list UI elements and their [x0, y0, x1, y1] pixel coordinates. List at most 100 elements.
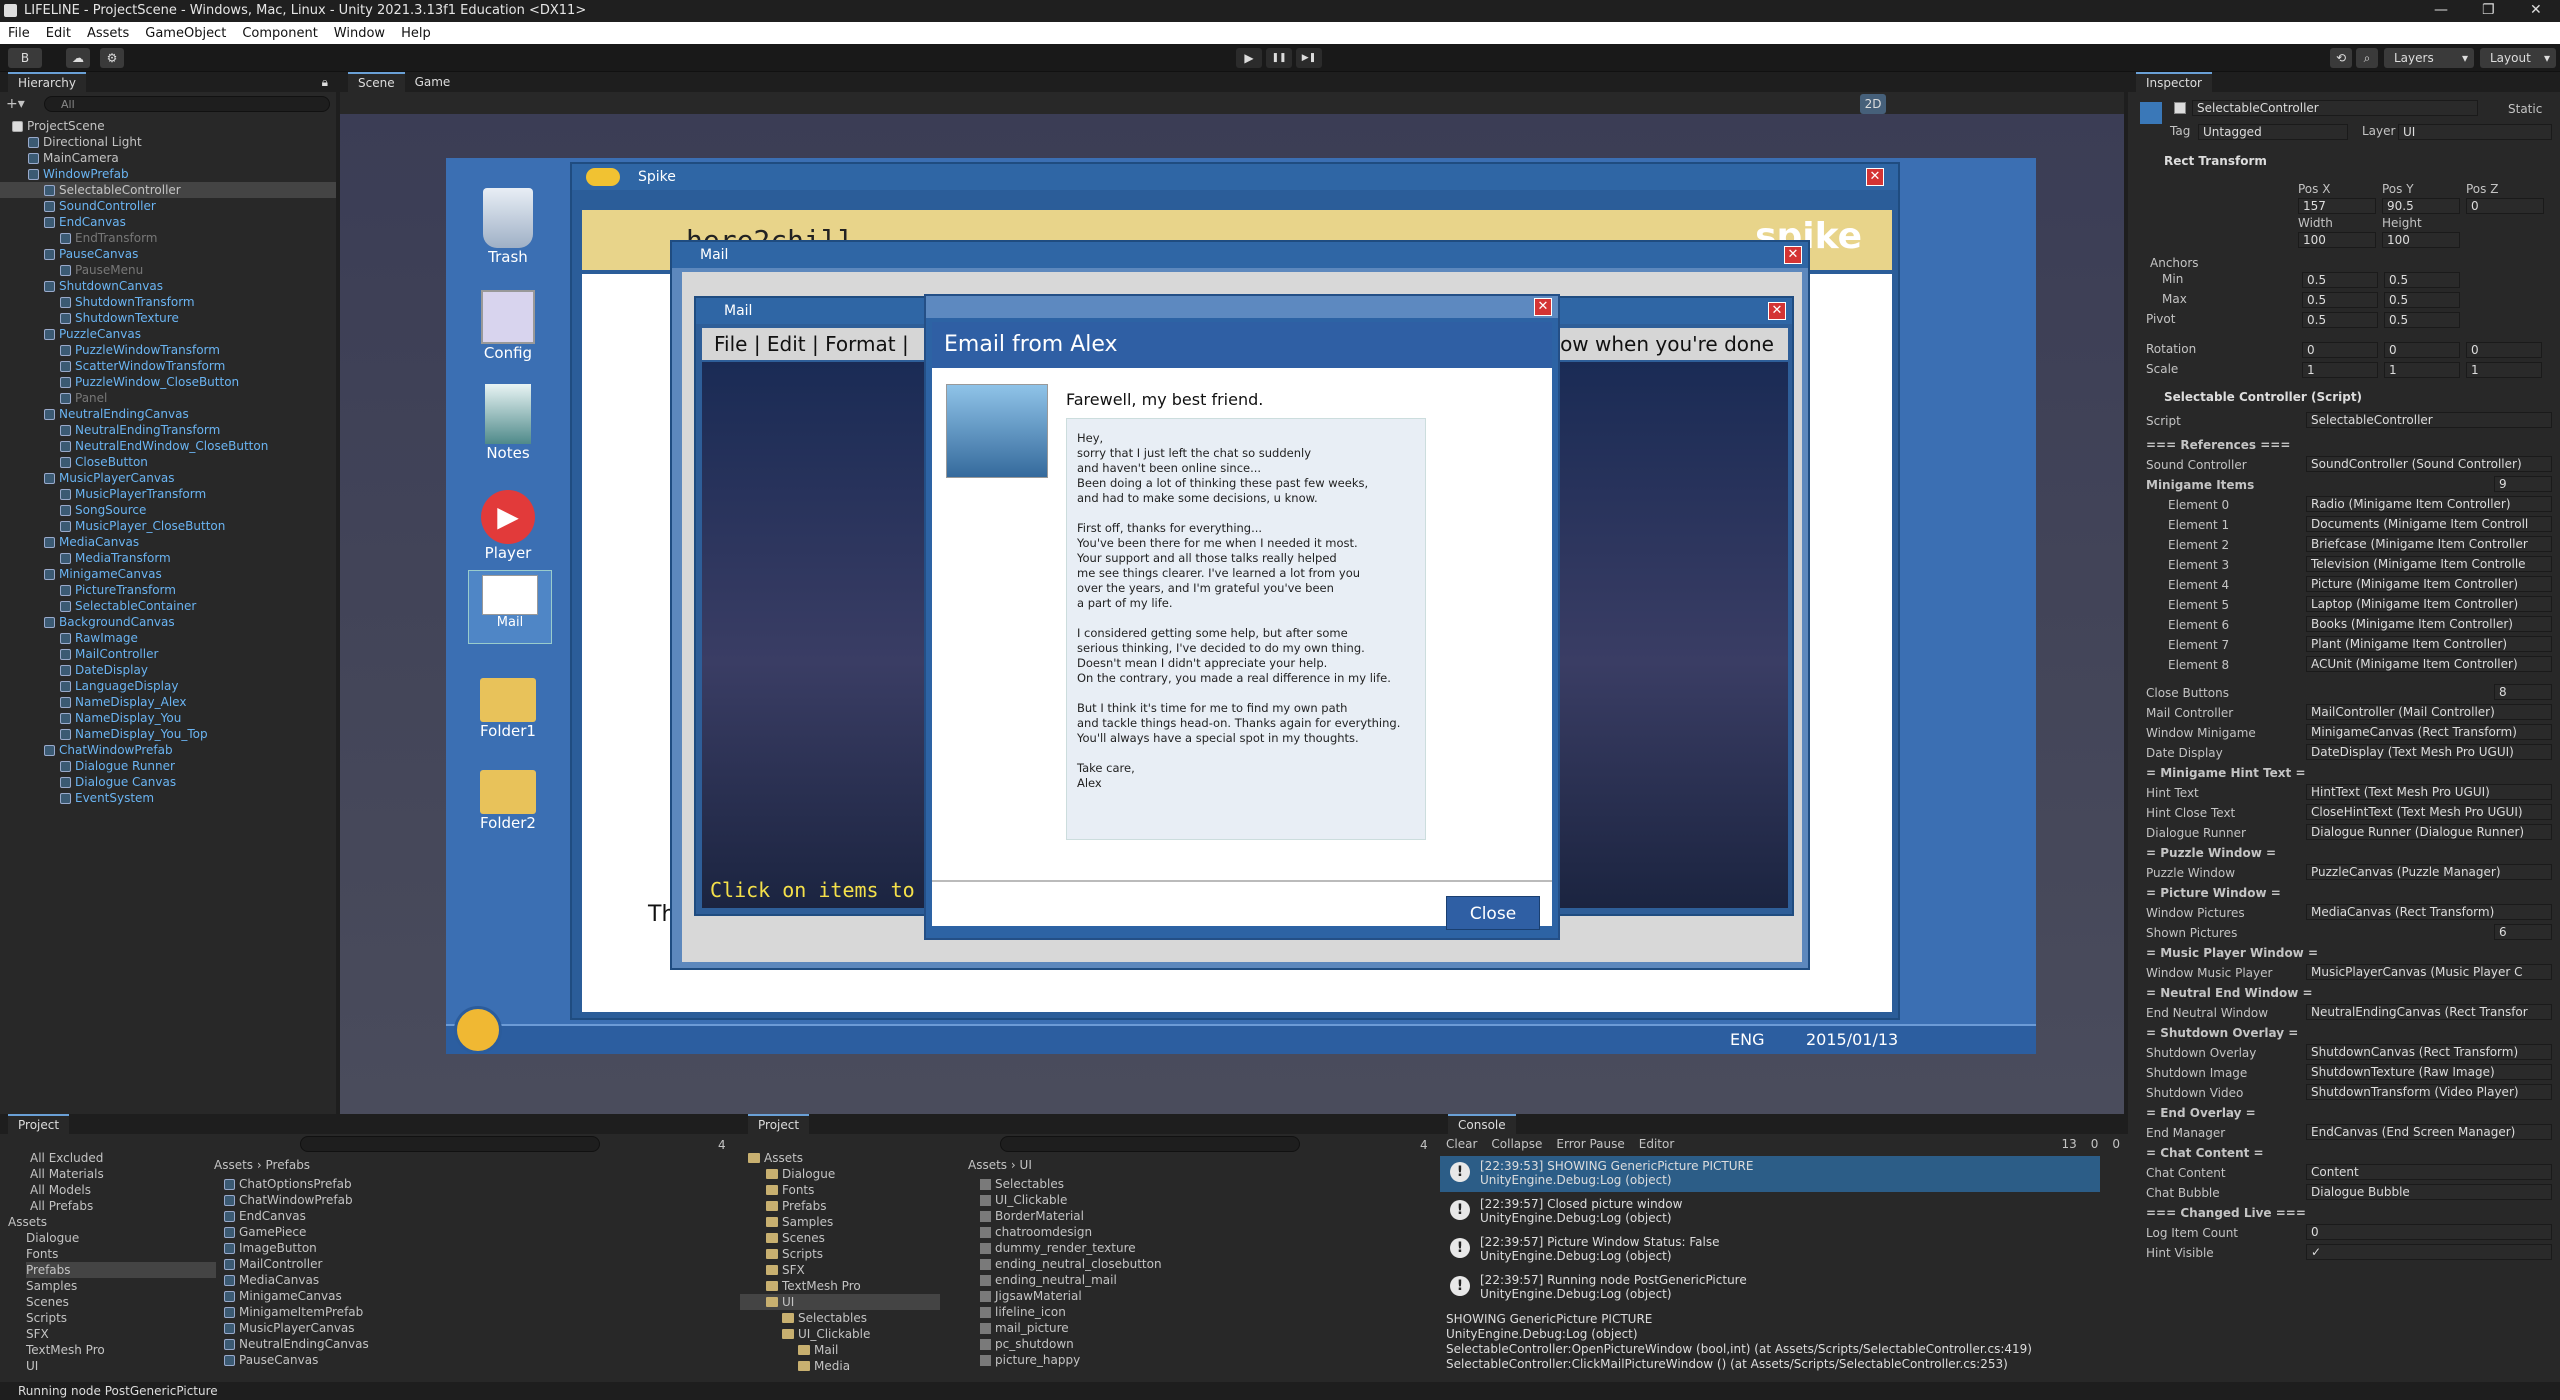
project1-sidebar-item[interactable]: Scenes	[26, 1294, 216, 1310]
menu-window[interactable]: Window	[334, 26, 385, 41]
tab-scene[interactable]: Scene	[348, 72, 405, 92]
hierarchy-item[interactable]: MusicPlayer_CloseButton	[0, 518, 336, 534]
hierarchy-tab[interactable]: Hierarchy	[8, 72, 87, 92]
project2-tree-item[interactable]: Selectables	[740, 1310, 940, 1326]
anchor-max-x[interactable]: 0.5	[2302, 292, 2378, 308]
project1-search[interactable]	[300, 1136, 600, 1152]
hierarchy-search[interactable]: All	[44, 96, 330, 112]
hierarchy-item[interactable]: MailController	[0, 646, 336, 662]
inspector-field-value[interactable]: CloseHintText (Text Mesh Pro UGUI)	[2306, 804, 2552, 820]
project2-tree-item[interactable]: Samples	[740, 1214, 940, 1230]
project2-file[interactable]: JigsawMaterial	[980, 1288, 1082, 1304]
hierarchy-item[interactable]: EndCanvas	[0, 214, 336, 230]
menu-help[interactable]: Help	[401, 26, 431, 41]
project1-sidebar-item[interactable]: Assets	[8, 1214, 198, 1230]
inspector-field-value[interactable]: DateDisplay (Text Mesh Pro UGUI)	[2306, 744, 2552, 760]
inspector-field-value[interactable]: Dialogue Bubble	[2306, 1184, 2552, 1200]
project2-tree-item[interactable]: UI	[740, 1294, 940, 1310]
account-button[interactable]: B	[8, 48, 42, 68]
desktop-icon-folder2[interactable]: Folder2	[476, 770, 540, 832]
project1-sidebar-item[interactable]: Dialogue	[26, 1230, 216, 1246]
project1-sidebar-item[interactable]: Scripts	[26, 1310, 216, 1326]
anchor-min-x[interactable]: 0.5	[2302, 272, 2378, 288]
project2-tree-item[interactable]: Media	[740, 1358, 940, 1374]
menu-component[interactable]: Component	[242, 26, 317, 41]
minimize-button[interactable]: —	[2434, 2, 2448, 18]
project1-sidebar-item[interactable]: Prefabs	[26, 1262, 216, 1278]
console-msg-count[interactable]: 0	[2112, 1137, 2120, 1151]
hierarchy-item[interactable]: PuzzleCanvas	[0, 326, 336, 342]
project2-tree-item[interactable]: Assets	[740, 1150, 940, 1166]
hierarchy-item[interactable]: MusicPlayerTransform	[0, 486, 336, 502]
mail-back-close-button[interactable]: ✕	[1784, 246, 1802, 264]
project1-file[interactable]: MinigameItemPrefab	[224, 1304, 363, 1320]
console-entry[interactable]: ! [22:39:57] Running node PostGenericPict…	[1440, 1270, 2100, 1306]
rect-transform-header[interactable]: Rect Transform	[2164, 154, 2267, 168]
project1-file[interactable]: MailController	[224, 1256, 322, 1272]
hierarchy-item[interactable]: WindowPrefab	[0, 166, 336, 182]
inspector-field-value[interactable]: Dialogue Runner (Dialogue Runner)	[2306, 824, 2552, 840]
console-collapse-button[interactable]: Collapse	[1491, 1137, 1542, 1151]
desktop-icon-player[interactable]: ▶ Player	[476, 490, 540, 562]
inspector-field-value[interactable]: MinigameCanvas (Rect Transform)	[2306, 724, 2552, 740]
inspector-field-value[interactable]: 6	[2494, 924, 2552, 940]
hierarchy-item[interactable]: PauseMenu	[0, 262, 336, 278]
project1-file[interactable]: MusicPlayerCanvas	[224, 1320, 355, 1336]
project2-tree-item[interactable]: Dialogue	[740, 1166, 940, 1182]
layers-dropdown[interactable]: Layers ▾	[2384, 48, 2474, 68]
history-icon[interactable]: ⟲	[2330, 48, 2352, 68]
element-field[interactable]: ACUnit (Minigame Item Controller)	[2306, 656, 2552, 672]
hierarchy-item[interactable]: ShutdownTransform	[0, 294, 336, 310]
project2-tree-item[interactable]: TextMesh Pro	[740, 1278, 940, 1294]
pivot-y[interactable]: 0.5	[2384, 312, 2460, 328]
lock-icon[interactable]: 🔒︎	[322, 75, 328, 90]
project2-tree-item[interactable]: Mail	[740, 1342, 940, 1358]
mail-close-button[interactable]: ✕	[1768, 302, 1786, 320]
project1-file[interactable]: ChatOptionsPrefab	[224, 1176, 352, 1192]
inspector-field-value[interactable]: MediaCanvas (Rect Transform)	[2306, 904, 2552, 920]
script-field[interactable]: SelectableController	[2306, 412, 2552, 428]
hierarchy-item[interactable]: PuzzleWindowTransform	[0, 342, 336, 358]
menu-edit[interactable]: Edit	[46, 26, 71, 41]
project2-file[interactable]: BorderMaterial	[980, 1208, 1084, 1224]
tag-dropdown[interactable]: Untagged	[2198, 124, 2348, 140]
hierarchy-item[interactable]: MinigameCanvas	[0, 566, 336, 582]
hierarchy-item[interactable]: PauseCanvas	[0, 246, 336, 262]
console-clear-button[interactable]: Clear	[1446, 1137, 1477, 1151]
hierarchy-item[interactable]: PuzzleWindow_CloseButton	[0, 374, 336, 390]
inspector-field-value[interactable]: 8	[2494, 684, 2552, 700]
hierarchy-item[interactable]: DateDisplay	[0, 662, 336, 678]
pos-y-field[interactable]: 90.5	[2382, 198, 2460, 214]
desktop-icon-trash[interactable]: Trash	[476, 188, 540, 266]
console-entry[interactable]: ! [22:39:57] Closed picture window UnityEn…	[1440, 1194, 2100, 1230]
minigame-items-count[interactable]: 9	[2494, 476, 2552, 492]
start-button[interactable]	[454, 1006, 502, 1054]
element-field[interactable]: Laptop (Minigame Item Controller)	[2306, 596, 2552, 612]
step-button[interactable]: ▶❚	[1296, 48, 1322, 68]
console-warn-count[interactable]: 13	[2061, 1137, 2076, 1151]
project2-search[interactable]	[1000, 1136, 1300, 1152]
hierarchy-item[interactable]: Directional Light	[0, 134, 336, 150]
project1-file[interactable]: NeutralEndingCanvas	[224, 1336, 369, 1352]
maximize-button[interactable]: ❐	[2482, 2, 2495, 18]
project2-tree-item[interactable]: Fonts	[740, 1182, 940, 1198]
project2-file[interactable]: mail_picture	[980, 1320, 1069, 1336]
inspector-field-value[interactable]: 0	[2306, 1224, 2552, 1240]
hierarchy-item[interactable]: SelectableController	[0, 182, 336, 198]
console-entry[interactable]: ! [22:39:57] Picture Window Status: False…	[1440, 1232, 2100, 1268]
project1-sidebar-item[interactable]: SFX	[26, 1326, 216, 1342]
hierarchy-item[interactable]: MainCamera	[0, 150, 336, 166]
collab-icon[interactable]: ⚙	[100, 48, 124, 68]
project1-sidebar-item[interactable]: All Materials	[30, 1166, 200, 1182]
project1-file[interactable]: ChatWindowPrefab	[224, 1192, 353, 1208]
project2-file[interactable]: Selectables	[980, 1176, 1064, 1192]
inspector-field-value[interactable]: HintText (Text Mesh Pro UGUI)	[2306, 784, 2552, 800]
hierarchy-item[interactable]: PictureTransform	[0, 582, 336, 598]
hierarchy-item[interactable]: SelectableContainer	[0, 598, 336, 614]
chat-close-button[interactable]: ✕	[1866, 168, 1884, 186]
inspector-field-value[interactable]: NeutralEndingCanvas (Rect Transfor	[2306, 1004, 2552, 1020]
hierarchy-item[interactable]: MusicPlayerCanvas	[0, 470, 336, 486]
rotation-y[interactable]: 0	[2384, 342, 2460, 358]
hierarchy-item[interactable]: MediaCanvas	[0, 534, 336, 550]
scale-x[interactable]: 1	[2302, 362, 2378, 378]
